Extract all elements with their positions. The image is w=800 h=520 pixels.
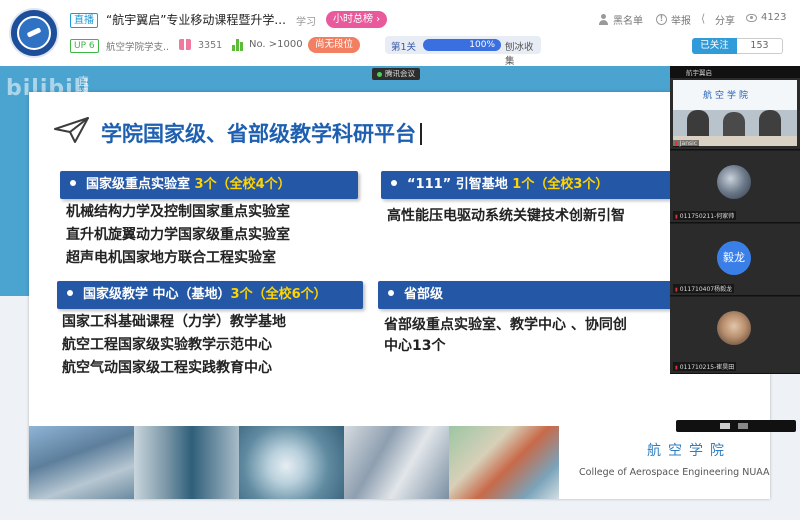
room-header: 直播 “航宇翼启”专业移动课程暨升学... 学习 小时总榜 › 黑名单 ! 举报… [0, 0, 800, 67]
gallery-layout-icon[interactable] [738, 423, 748, 429]
lab-photo [134, 426, 239, 499]
section-list-national-teaching-centers: 国家工科基础课程（力学）教学基地 航空工程国家级实验教学示范中心 航空气动国家级… [62, 311, 286, 380]
level-label: 第1关 [391, 42, 417, 53]
lab-photo [29, 426, 134, 499]
section-heading-national-key-labs: 国家级重点实验室 3个（全校4个） [60, 171, 358, 199]
lab-photo [344, 426, 449, 499]
rank-number[interactable]: No. >1000 [249, 39, 303, 50]
blacklist-button[interactable]: 黑名单 [598, 12, 643, 27]
participant-avatar-text: 毅龙 [717, 241, 751, 275]
presentation-slide: 学院国家级、省部级教学科研平台 国家级重点实验室 3个（全校4个） 机械结构力学… [29, 92, 770, 499]
gallery-toggle-icon[interactable] [720, 423, 730, 429]
report-button[interactable]: ! 举报 [656, 12, 691, 27]
section-heading-count: 3个（全校6个） [230, 287, 327, 302]
gift-icon [179, 39, 191, 50]
report-icon: ! [656, 14, 667, 25]
live-tag: 直播 [70, 13, 98, 28]
level-progress-bar: 100% [423, 39, 501, 51]
section-list-provincial: 省部级重点实验室、教学中心 、协同创 中心13个 [384, 315, 627, 357]
participant-name: 011710407杨毅龙 [673, 284, 735, 293]
bullet-dot-icon [388, 290, 394, 296]
section-list-national-key-labs: 机械结构力学及控制国家重点实验室 直升机旋翼动力学国家级重点实验室 超声电机国家… [66, 201, 290, 270]
lab-photo [239, 426, 344, 499]
gift-count: 3351 [198, 40, 223, 51]
list-item: 机械结构力学及控制国家重点实验室 [66, 204, 290, 220]
participant-name: 011710215-崔昊田 [673, 362, 737, 371]
participant-avatar [717, 165, 751, 199]
section-heading-text: 国家级教学 中心（基地） [83, 287, 231, 302]
live-room-page: 直播 “航宇翼启”专业移动课程暨升学... 学习 小时总榜 › 黑名单 ! 举报… [0, 0, 800, 520]
section-heading-count: 3个（全校4个） [194, 177, 291, 192]
gallery-controls[interactable] [676, 420, 796, 432]
list-item: 中心13个 [384, 338, 446, 354]
viewer-count-label: 4123 [761, 12, 787, 23]
video-tile[interactable]: 011710215-崔昊田 [670, 297, 800, 374]
bullet-dot-icon [70, 180, 76, 186]
list-item: 高性能压电驱动系统关键技术创新引智 [387, 208, 625, 224]
level-name: 刨冰收集 [505, 42, 534, 67]
follow-button[interactable]: 已关注 [692, 38, 737, 54]
section-heading-provincial: 省部级 [378, 281, 681, 309]
list-item: 航空气动国家级工程实践教育中心 [62, 360, 272, 376]
gallery-host-label: 航宇翼启 [686, 69, 712, 77]
host-name-link[interactable]: 航空学院学支... [106, 39, 170, 53]
up-level-badge: UP 6 [70, 39, 99, 53]
video-tile[interactable]: 毅龙 011710407杨毅龙 [670, 224, 800, 296]
hourly-rank-button[interactable]: 小时总榜 › [326, 11, 388, 28]
list-item: 直升机旋翼动力学国家级重点实验室 [66, 227, 290, 243]
viewer-count: 4123 [746, 12, 786, 23]
gallery-topbar: 航宇翼启 [670, 66, 800, 78]
list-item: 国家工科基础课程（力学）教学基地 [62, 314, 286, 330]
blacklist-user-icon [598, 14, 609, 25]
college-name-cn: 航空学院 [647, 443, 731, 459]
guard-rank-button[interactable]: 尚无段位 [308, 37, 361, 53]
bullet-dot-icon [391, 180, 397, 186]
share-button[interactable]: 分享 [700, 12, 735, 27]
section-heading-count: 1个（全校3个） [512, 177, 609, 192]
section-heading-text: “111” 引智基地 [407, 177, 513, 192]
section-heading-national-teaching-centers: 国家级教学 中心（基地）3个（全校6个） [57, 281, 363, 309]
list-item: 航空工程国家级实验教学示范中心 [62, 337, 272, 353]
video-feed-room: 航空学院 [673, 80, 797, 146]
section-heading-text: 省部级 [404, 287, 444, 302]
level-progress-box[interactable]: 第1关 100% 刨冰收集 [385, 36, 541, 67]
level-percent: 100% [469, 40, 495, 50]
section-list-111-base: 高性能压电驱动系统关键技术创新引智 [387, 205, 625, 228]
room-banner-text: 航空学院 [703, 91, 752, 101]
list-item: 超声电机国家地方联合工程实验室 [66, 250, 276, 266]
report-label: 举报 [671, 16, 691, 27]
tencent-meeting-badge: 腾讯会议 [372, 68, 420, 80]
share-icon [700, 12, 711, 25]
meeting-video-gallery: 航宇翼启 航空学院 Jansic 011750211-何家帅 毅龙 011710… [670, 66, 800, 374]
paper-plane-icon [54, 117, 89, 143]
share-label: 分享 [715, 16, 735, 27]
slide-title: 学院国家级、省部级教学科研平台 [101, 118, 422, 148]
video-tile[interactable]: 011750211-何家帅 [670, 151, 800, 223]
section-heading-text: 国家级重点实验室 [86, 177, 195, 192]
follower-count: 153 [737, 38, 783, 54]
participant-avatar [717, 311, 751, 345]
viewers-icon [746, 14, 757, 22]
participant-name: Jansic [673, 140, 700, 147]
area-link[interactable]: 学习 [296, 13, 316, 28]
blacklist-label: 黑名单 [613, 16, 643, 27]
video-tile[interactable]: 航空学院 Jansic [670, 78, 800, 150]
room-title: “航宇翼启”专业移动课程暨升学... [106, 13, 286, 27]
rank-bars-icon [232, 39, 244, 51]
section-heading-111-base: “111” 引智基地 1个（全校3个） [381, 171, 681, 199]
room-avatar-logo[interactable] [9, 8, 59, 58]
lab-photo-strip [29, 426, 559, 499]
list-item: 省部级重点实验室、教学中心 、协同创 [384, 317, 627, 333]
bullet-dot-icon [67, 290, 73, 296]
participant-name: 011750211-何家帅 [673, 211, 737, 220]
college-name-en: College of Aerospace Engineering NUAA [579, 467, 770, 478]
lab-photo [449, 426, 559, 499]
